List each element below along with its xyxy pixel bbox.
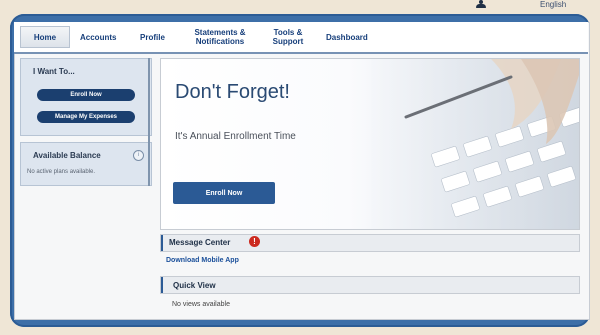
main-nav: Home Accounts Profile Statements & Notif… bbox=[14, 22, 588, 54]
tab-profile[interactable]: Profile bbox=[140, 22, 176, 52]
banner-subtitle: It's Annual Enrollment Time bbox=[175, 131, 296, 142]
tab-accounts[interactable]: Accounts bbox=[80, 22, 124, 52]
banner-enroll-button[interactable]: Enroll Now bbox=[173, 182, 275, 204]
i-want-to-title: I Want To... bbox=[33, 67, 75, 76]
enroll-now-button[interactable]: Enroll Now bbox=[37, 89, 135, 101]
message-center-header: Message Center ! bbox=[160, 234, 580, 252]
main-content: Don't Forget! It's Annual Enrollment Tim… bbox=[160, 58, 580, 318]
keyboard-hand-illustration bbox=[371, 59, 579, 229]
quick-view-accent bbox=[161, 277, 163, 293]
info-icon[interactable]: i bbox=[133, 150, 144, 161]
available-balance-empty: No active plans available. bbox=[27, 169, 96, 175]
i-want-to-panel: I Want To... Enroll Now Manage My Expens… bbox=[20, 58, 152, 136]
top-utility-bar: English bbox=[0, 0, 600, 14]
tab-dashboard[interactable]: Dashboard bbox=[326, 22, 376, 52]
available-balance-title: Available Balance bbox=[33, 151, 101, 160]
enrollment-banner: Don't Forget! It's Annual Enrollment Tim… bbox=[160, 58, 580, 230]
alert-icon[interactable]: ! bbox=[249, 236, 260, 247]
language-link[interactable]: English bbox=[540, 0, 566, 9]
tab-statements-notifications[interactable]: Statements & Notifications bbox=[190, 22, 250, 52]
manage-expenses-button[interactable]: Manage My Expenses bbox=[37, 111, 135, 123]
available-balance-panel: Available Balance i No active plans avai… bbox=[20, 142, 152, 186]
left-column-divider bbox=[148, 58, 150, 186]
message-center-title: Message Center bbox=[169, 238, 231, 247]
tab-tools-support[interactable]: Tools & Support bbox=[270, 22, 306, 52]
user-icon[interactable] bbox=[476, 0, 486, 10]
quick-view-title: Quick View bbox=[173, 281, 216, 290]
quick-view-header: Quick View bbox=[160, 276, 580, 294]
banner-title: Don't Forget! bbox=[175, 81, 290, 103]
tab-home[interactable]: Home bbox=[20, 26, 70, 48]
message-center-accent bbox=[161, 235, 163, 251]
download-mobile-app-link[interactable]: Download Mobile App bbox=[166, 257, 239, 264]
quick-view-empty: No views available bbox=[172, 301, 230, 308]
